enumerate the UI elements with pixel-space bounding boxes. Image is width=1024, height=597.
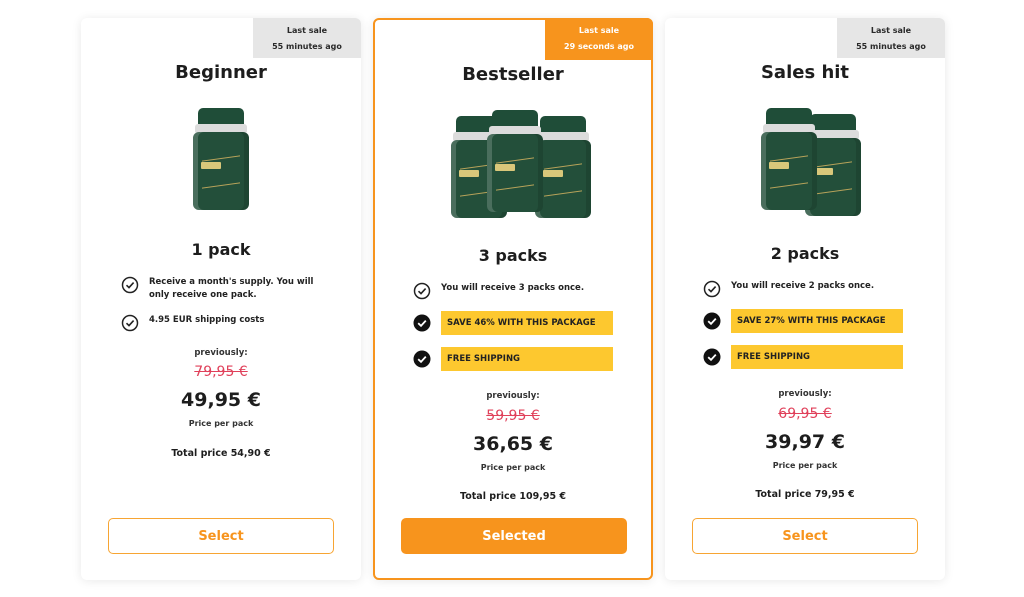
bottle-image	[487, 110, 547, 212]
check-circle-outline-icon	[413, 282, 431, 300]
highlight-item: FREE SHIPPING	[413, 347, 613, 371]
check-circle-filled-icon	[703, 348, 721, 366]
price-unit: Price per pack	[772, 461, 838, 470]
total-price: Total price 54,90 €	[171, 448, 271, 459]
highlight-text: SAVE 27% WITH THIS PACKAGE	[731, 309, 903, 333]
select-button[interactable]: Select	[692, 518, 918, 554]
pack-count: 1 pack	[191, 240, 251, 259]
total-price: Total price 109,95 €	[460, 491, 566, 502]
check-circle-filled-icon	[703, 312, 721, 330]
feature-text: You will receive 3 packs once.	[441, 283, 585, 293]
previously-label: previously:	[486, 391, 540, 401]
last-sale-time: 29 seconds ago	[564, 42, 634, 51]
select-button[interactable]: Select	[108, 518, 334, 554]
plan-card-bestseller[interactable]: Last sale 29 seconds ago Bestseller 3 pa…	[373, 18, 653, 580]
total-price: Total price 79,95 €	[755, 489, 855, 500]
highlight-text: SAVE 46% WITH THIS PACKAGE	[441, 311, 613, 335]
check-circle-filled-icon	[413, 314, 431, 332]
price-unit: Price per pack	[480, 463, 546, 472]
previously-label: previously:	[778, 389, 832, 399]
check-circle-outline-icon	[121, 314, 139, 332]
highlight-item: FREE SHIPPING	[703, 345, 903, 369]
price: 36,65 €	[473, 433, 553, 455]
last-sale-badge: Last sale 29 seconds ago	[545, 18, 653, 60]
previously-label: previously:	[194, 348, 248, 358]
old-price: 79,95 €	[194, 364, 248, 380]
highlight-text: FREE SHIPPING	[441, 347, 613, 371]
price: 39,97 €	[765, 431, 845, 453]
last-sale-label: Last sale	[870, 26, 912, 35]
product-image	[665, 108, 945, 226]
last-sale-badge: Last sale 55 minutes ago	[837, 18, 945, 58]
feature-item: You will receive 3 packs once.	[413, 282, 633, 300]
plan-card-sales-hit[interactable]: Last sale 55 minutes ago Sales hit 2 pac…	[665, 18, 945, 580]
old-price: 69,95 €	[778, 406, 832, 422]
feature-item: You will receive 2 packs once.	[703, 280, 923, 298]
highlight-text: FREE SHIPPING	[731, 345, 903, 369]
highlight-item: SAVE 46% WITH THIS PACKAGE	[413, 311, 613, 335]
last-sale-badge: Last sale 55 minutes ago	[253, 18, 361, 58]
last-sale-label: Last sale	[286, 26, 328, 35]
plan-title: Bestseller	[462, 64, 564, 85]
check-circle-filled-icon	[413, 350, 431, 368]
price: 49,95 €	[181, 389, 261, 411]
last-sale-time: 55 minutes ago	[856, 42, 926, 51]
feature-text: 4.95 EUR shipping costs	[149, 315, 265, 325]
selected-button[interactable]: Selected	[401, 518, 627, 554]
feature-item: 4.95 EUR shipping costs	[121, 314, 331, 332]
feature-item: Receive a month's supply. You will only …	[121, 276, 331, 302]
pack-count: 3 packs	[478, 246, 548, 265]
feature-text: Receive a month's supply. You will only …	[149, 277, 314, 300]
pack-count: 2 packs	[770, 244, 840, 263]
plan-title: Beginner	[175, 62, 267, 83]
highlight-item: SAVE 27% WITH THIS PACKAGE	[703, 309, 903, 333]
price-unit: Price per pack	[188, 419, 254, 428]
plan-card-beginner[interactable]: Last sale 55 minutes ago Beginner 1 pack…	[81, 18, 361, 580]
plan-title: Sales hit	[760, 62, 850, 83]
feature-text: You will receive 2 packs once.	[731, 281, 875, 291]
bottle-image	[193, 108, 249, 210]
product-image	[81, 108, 361, 226]
check-circle-outline-icon	[121, 276, 139, 294]
last-sale-time: 55 minutes ago	[272, 42, 342, 51]
product-image	[375, 110, 651, 228]
check-circle-outline-icon	[703, 280, 721, 298]
bottle-image	[761, 108, 817, 210]
old-price: 59,95 €	[486, 408, 540, 424]
last-sale-label: Last sale	[578, 26, 620, 35]
